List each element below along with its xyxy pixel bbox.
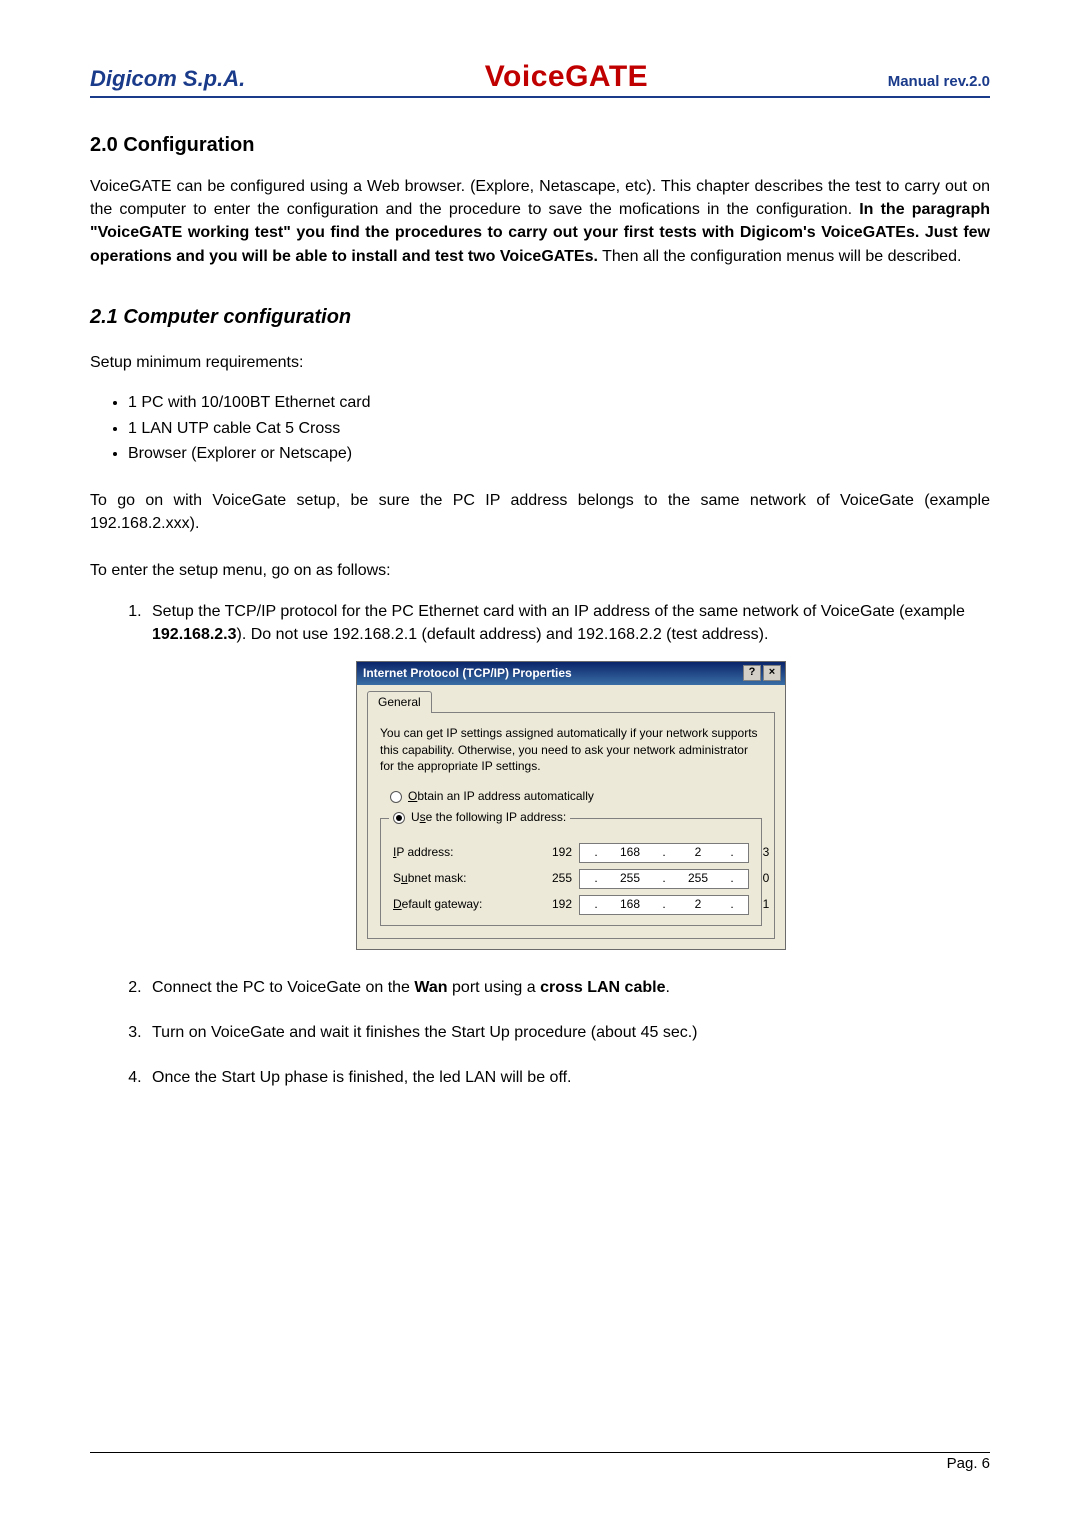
label-pre: S <box>393 871 401 885</box>
network-paragraph: To go on with VoiceGate setup, be sure t… <box>90 489 990 535</box>
enter-setup-paragraph: To enter the setup menu, go on as follow… <box>90 559 990 582</box>
underline-char: O <box>408 789 417 803</box>
requirements-list: 1 PC with 10/100BT Ethernet card 1 LAN U… <box>128 390 990 467</box>
label-rest: e the following IP address: <box>426 810 567 824</box>
ip-octet: 1 <box>754 896 778 913</box>
underline-char: u <box>401 871 408 885</box>
step2-mid: port using a <box>448 979 541 996</box>
list-item: 1 LAN UTP cable Cat 5 Cross <box>128 416 990 442</box>
ip-octet: 0 <box>754 870 778 887</box>
ip-octet: 255 <box>550 870 574 887</box>
section-title-config: 2.0 Configuration <box>90 134 990 157</box>
use-following-ip-group: Use the following IP address: IP address… <box>380 809 762 925</box>
ip-octet: 2 <box>686 896 710 913</box>
tab-general[interactable]: General <box>367 691 432 713</box>
brand-center: VoiceGATE <box>485 60 648 94</box>
help-button[interactable]: ? <box>743 665 761 681</box>
radio-obtain-auto[interactable]: Obtain an IP address automatically <box>390 788 762 805</box>
dialog-title: Internet Protocol (TCP/IP) Properties <box>363 665 572 682</box>
ip-dot-icon: . <box>720 844 744 861</box>
ip-dot-icon: . <box>584 844 608 861</box>
ip-dot-icon: . <box>720 870 744 887</box>
config-intro-paragraph: VoiceGATE can be configured using a Web … <box>90 175 990 268</box>
ip-octet: 192 <box>550 896 574 913</box>
ip-dot-icon: . <box>652 844 676 861</box>
underline-char: D <box>393 897 402 911</box>
ip-dot-icon: . <box>584 870 608 887</box>
ip-octet: 168 <box>618 896 642 913</box>
ip-dot-icon: . <box>652 870 676 887</box>
step2-bold1: Wan <box>414 979 447 996</box>
list-item: Browser (Explorer or Netscape) <box>128 441 990 467</box>
label-pre: U <box>411 810 420 824</box>
list-item: Setup the TCP/IP protocol for the PC Eth… <box>146 600 990 950</box>
list-item: 1 PC with 10/100BT Ethernet card <box>128 390 990 416</box>
config-intro-text: VoiceGATE can be configured using a Web … <box>90 178 990 218</box>
label-rest: efault gateway: <box>402 897 483 911</box>
brand-right: Manual rev.2.0 <box>888 73 990 90</box>
radio-label-use: Use the following IP address: <box>411 809 566 826</box>
radio-use-following[interactable]: Use the following IP address: <box>393 809 566 826</box>
list-item: Turn on VoiceGate and wait it finishes t… <box>146 1021 990 1044</box>
default-gateway-label: Default gateway: <box>393 896 482 913</box>
dialog-tabpanel: You can get IP settings assigned automat… <box>367 712 775 938</box>
ip-dot-icon: . <box>584 896 608 913</box>
ip-address-label: IP address: <box>393 844 454 861</box>
step1-post: ). Do not use 192.168.2.1 (default addre… <box>237 626 769 643</box>
close-button[interactable]: × <box>763 665 781 681</box>
list-item: Connect the PC to VoiceGate on the Wan p… <box>146 976 990 999</box>
steps-list: Setup the TCP/IP protocol for the PC Eth… <box>146 600 990 1089</box>
radio-label-auto: Obtain an IP address automatically <box>408 788 594 805</box>
ip-octet: 168 <box>618 844 642 861</box>
ip-octet: 255 <box>618 870 642 887</box>
ip-octet: 255 <box>686 870 710 887</box>
ip-dot-icon: . <box>652 896 676 913</box>
subnet-mask-label: Subnet mask: <box>393 870 466 887</box>
radio-dot-icon <box>396 815 402 821</box>
page-footer: Pag. 6 <box>90 1452 990 1472</box>
brand-left: Digicom S.p.A. <box>90 66 245 92</box>
ip-dot-icon: . <box>720 896 744 913</box>
label-rest: P address: <box>396 845 453 859</box>
step1-pre: Setup the TCP/IP protocol for the PC Eth… <box>152 603 965 620</box>
dialog-titlebar: Internet Protocol (TCP/IP) Properties ? … <box>357 662 785 685</box>
list-item: Once the Start Up phase is finished, the… <box>146 1066 990 1089</box>
step2-bold2: cross LAN cable <box>540 979 665 996</box>
ip-address-field[interactable]: 192. 168. 2. 3 <box>579 843 749 863</box>
section-title-computer-config: 2.1 Computer configuration <box>90 306 990 329</box>
step2-post: . <box>665 979 669 996</box>
label-rest: bnet mask: <box>408 871 467 885</box>
setup-min-label: Setup minimum requirements: <box>90 351 990 374</box>
ip-octet: 192 <box>550 844 574 861</box>
ip-octet: 3 <box>754 844 778 861</box>
step1-bold: 192.168.2.3 <box>152 626 237 643</box>
tcpip-properties-dialog: Internet Protocol (TCP/IP) Properties ? … <box>356 661 786 950</box>
radio-icon <box>390 791 402 803</box>
config-intro-tail: Then all the configuration menus will be… <box>602 248 961 265</box>
ip-octet: 2 <box>686 844 710 861</box>
radio-icon <box>393 812 405 824</box>
default-gateway-field[interactable]: 192. 168. 2. 1 <box>579 895 749 915</box>
page-number: Pag. 6 <box>947 1455 990 1472</box>
subnet-mask-field[interactable]: 255. 255. 255. 0 <box>579 869 749 889</box>
page-header: Digicom S.p.A. VoiceGATE Manual rev.2.0 <box>90 60 990 98</box>
label-rest: btain an IP address automatically <box>417 789 594 803</box>
step2-pre: Connect the PC to VoiceGate on the <box>152 979 414 996</box>
dialog-description: You can get IP settings assigned automat… <box>380 725 762 774</box>
